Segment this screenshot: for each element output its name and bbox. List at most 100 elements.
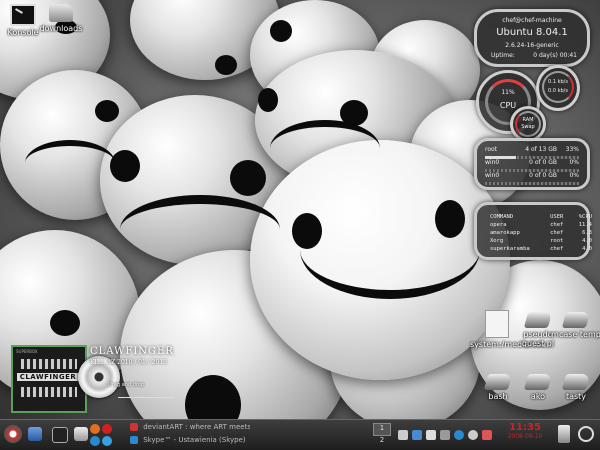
task-button[interactable]: deviantART : where ART meets... bbox=[130, 423, 250, 434]
clock-time: 11:35 bbox=[509, 422, 541, 433]
process-cpu: 4.0 bbox=[582, 246, 592, 252]
uptime-value: 0 day(s) 00:41 bbox=[533, 52, 577, 59]
smiley-mouth bbox=[120, 195, 280, 264]
update-icon[interactable] bbox=[482, 430, 492, 440]
smiley-eye bbox=[270, 20, 292, 42]
os-name: Ubuntu 8.04.1 bbox=[496, 27, 568, 38]
artist-name: CLAWFINGER bbox=[90, 346, 174, 357]
cover-top-text: SUPERBOX bbox=[16, 349, 38, 354]
process-row: Xorg root 4.0 bbox=[489, 237, 593, 245]
skype-tray-icon[interactable] bbox=[454, 430, 464, 440]
progress-line bbox=[118, 397, 174, 398]
smiley-mouth bbox=[270, 120, 380, 177]
folder-icon bbox=[523, 374, 553, 390]
disk-usage: 0 of 0 GB bbox=[529, 172, 557, 179]
terminal-icon bbox=[10, 4, 36, 26]
file-icon bbox=[485, 310, 509, 338]
terminal-launcher-icon[interactable] bbox=[52, 427, 68, 443]
disk-name: root bbox=[485, 146, 498, 153]
process-user: root bbox=[550, 238, 564, 244]
clock-date: 2008-08-10 bbox=[507, 433, 543, 440]
desktop-icon-downloads[interactable]: downloads bbox=[34, 4, 88, 33]
pager: 1 2 bbox=[373, 423, 391, 447]
messenger-icon[interactable] bbox=[468, 430, 478, 440]
cpu-value: 11% bbox=[501, 89, 515, 96]
firefox-icon[interactable] bbox=[90, 424, 100, 434]
pager-desktop-1[interactable]: 1 bbox=[373, 423, 391, 436]
process-user: chef bbox=[550, 246, 564, 252]
process-row: superkaramba chef 4.0 bbox=[489, 245, 593, 253]
desktop-icon-mcase[interactable]: mcase temp bbox=[549, 312, 600, 339]
trash-icon[interactable] bbox=[558, 425, 570, 443]
disk-name: win0 bbox=[485, 159, 500, 166]
swap-label: Swap bbox=[521, 124, 535, 130]
cover-pattern bbox=[21, 359, 77, 369]
desktop-icon-label: tasty bbox=[565, 392, 587, 401]
desktop-icon-label: mcase temp bbox=[551, 330, 600, 339]
net-down: 0.1 kb/s bbox=[548, 79, 568, 85]
ram-label: RAM bbox=[522, 117, 534, 123]
kmix-icon[interactable] bbox=[440, 430, 450, 440]
skype-launcher-icon[interactable] bbox=[90, 436, 100, 446]
clock[interactable]: 11:35 2008-08-10 bbox=[500, 422, 550, 440]
disk-name: win0 bbox=[485, 172, 500, 179]
skype-icon bbox=[130, 436, 138, 444]
process-command: superkaramba bbox=[490, 246, 530, 252]
desktop-icon-label: bash bbox=[488, 392, 508, 401]
memory-meter: RAM Swap bbox=[510, 106, 546, 142]
task-label: deviantART : where ART meets... bbox=[143, 423, 250, 431]
amarok-launcher-icon[interactable] bbox=[102, 436, 112, 446]
cover-pattern bbox=[21, 387, 77, 397]
folder-icon bbox=[483, 374, 513, 390]
smiley-mouth bbox=[25, 140, 115, 186]
smiley-eye bbox=[215, 55, 237, 75]
cover-title: CLAWFINGER bbox=[17, 373, 79, 381]
smiley-eye bbox=[230, 160, 266, 196]
search-icon[interactable] bbox=[578, 426, 594, 442]
net-up: 0.0 kb/s bbox=[548, 88, 568, 94]
user-host: chef@chef-machine bbox=[502, 17, 562, 24]
process-command: Xorg bbox=[490, 238, 504, 244]
kernel-version: 2.6.24-16-generic bbox=[505, 42, 559, 49]
disk-usage: 0 of 0 GB bbox=[529, 159, 557, 166]
process-cpu: 4.0 bbox=[582, 238, 592, 244]
clipboard-icon[interactable] bbox=[426, 430, 436, 440]
network-meter: 0.1 kb/s 0.0 kb/s bbox=[536, 65, 580, 111]
disk-usage-widget: root 33% 4 of 13 GB win0 0% 0 of 0 GB win0 0% 0 … bbox=[474, 138, 590, 190]
opera-icon bbox=[130, 423, 138, 431]
disk-usage: 4 of 13 GB bbox=[525, 146, 557, 153]
process-command: amarokapp bbox=[490, 230, 520, 236]
process-row: opera chef 11.4 bbox=[489, 221, 593, 229]
network-tray-icon[interactable] bbox=[412, 430, 422, 440]
task-button[interactable]: Skype™ - Ustawienia (Skype) bbox=[130, 436, 250, 447]
folder-icon bbox=[561, 374, 591, 390]
now-playing-widget[interactable]: SUPERBOX CLAWFINGER CLAWFINGER KILL AZ 2… bbox=[8, 342, 178, 413]
process-cpu: 6.3 bbox=[582, 230, 592, 236]
desktop-background: Konsole downloads chef@chef-machine Ubun… bbox=[0, 0, 600, 450]
process-row: amarokapp chef 6.3 bbox=[489, 229, 593, 237]
col-command: COMMAND bbox=[490, 214, 514, 220]
taskbar: deviantART : where ART meets... Skype™ -… bbox=[0, 419, 600, 450]
volume-icon[interactable] bbox=[398, 430, 408, 440]
folder-icon bbox=[561, 312, 591, 328]
editor-launcher-icon[interactable] bbox=[74, 427, 88, 441]
uptime-label: Uptime: bbox=[491, 52, 515, 59]
desktop-icon-tasty[interactable]: tasty bbox=[549, 374, 600, 401]
disk-percent: 33% bbox=[565, 146, 579, 153]
process-user: chef bbox=[550, 222, 564, 228]
disk-percent: 0% bbox=[569, 172, 579, 179]
album-cover: SUPERBOX CLAWFINGER bbox=[11, 345, 87, 413]
process-user: chef bbox=[550, 230, 564, 236]
smiley-mouth bbox=[300, 200, 480, 299]
process-cpu: 11.4 bbox=[578, 222, 592, 228]
smiley-eye bbox=[258, 88, 278, 112]
disk-bar bbox=[485, 182, 579, 185]
show-desktop-icon[interactable] bbox=[28, 427, 42, 441]
system-info-widget: chef@chef-machine Ubuntu 8.04.1 2.6.24-1… bbox=[474, 9, 590, 67]
col-user: USER bbox=[550, 214, 564, 220]
kde-menu-icon[interactable] bbox=[4, 425, 22, 443]
disk-row: root 33% 4 of 13 GB bbox=[485, 146, 579, 159]
opera-icon[interactable] bbox=[102, 424, 112, 434]
pager-desktop-2[interactable]: 2 bbox=[373, 436, 391, 447]
task-label: Skype™ - Ustawienia (Skype) bbox=[143, 436, 246, 444]
